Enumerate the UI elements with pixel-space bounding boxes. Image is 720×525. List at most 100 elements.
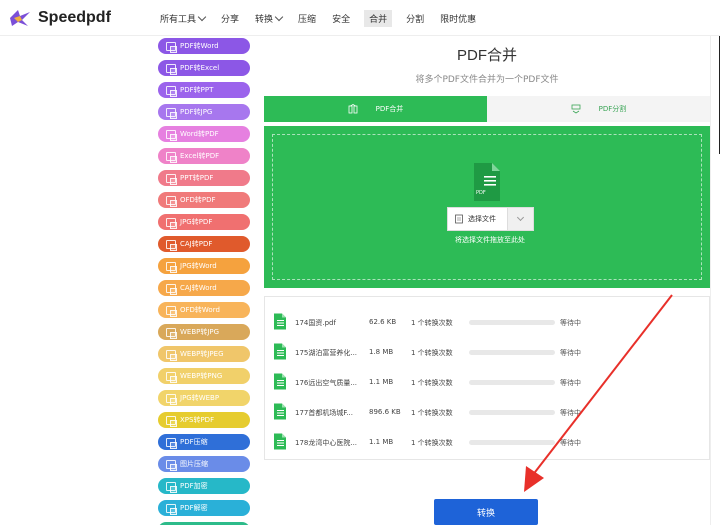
sidebar-tool-item[interactable]: OFD转Word [158,302,250,318]
file-status: 等待中 [560,349,581,357]
chevron-down-icon [197,12,207,22]
document-icon [166,41,177,53]
select-file-label: 选择文件 [468,215,496,223]
sidebar-tool-item[interactable]: PDF转Excel [158,60,250,76]
sidebar-tool-item[interactable]: WEBP转JPG [158,324,250,340]
tab-split[interactable]: PDF分割 [487,96,710,122]
sidebar-tool-label: WEBP转JPG [180,328,220,336]
tab-merge[interactable]: PDF合并 [264,96,487,122]
select-file-button[interactable]: 选择文件 [447,207,534,231]
file-size: 62.6 KB [369,318,397,326]
nav-item-promo[interactable]: 限时优惠 [438,10,478,27]
pdf-file-icon: PDF [474,163,500,201]
sidebar-tool-item[interactable]: CAJ转Word [158,280,250,296]
conversion-count: 1 个转换次数 [411,409,453,417]
sidebar-tool-label: JPG转WEBP [180,394,220,402]
tool-sidebar: PDF转Word PDF转Excel PDF转PPT PDF转JPG Word转PDF E… [0,36,260,525]
document-icon [166,195,177,207]
select-file-dropdown[interactable] [507,208,533,230]
nav-item-convert[interactable]: 转换 [253,10,284,27]
sidebar-tool-label: PPT转PDF [180,174,214,182]
sidebar-tool-item[interactable]: WEBP转PNG [158,368,250,384]
progress-bar [469,410,555,415]
mode-tabs: PDF合并 PDF分割 [264,96,710,122]
conversion-count: 1 个转换次数 [411,379,453,387]
sidebar-tool-item[interactable]: XPS转PDF [158,412,250,428]
tab-label: PDF分割 [598,105,627,113]
file-row: 177首都机场城F... 896.6 KB 1 个转换次数 等待中 [265,402,711,422]
nav-label: 所有工具 [160,15,197,25]
document-icon [166,63,177,75]
document-icon [166,129,177,141]
nav-item-all-tools[interactable]: 所有工具 [158,10,207,27]
sidebar-tool-item[interactable]: PDF转Word [158,38,250,54]
sidebar-tool-item[interactable]: WEBP转JPEG [158,346,250,362]
nav-label: 安全 [332,15,351,25]
document-icon [166,349,177,361]
sidebar-tool-item[interactable]: JPG转Word [158,258,250,274]
file-list: 174国资.pdf 62.6 KB 1 个转换次数 等待中 175湖泊富营养化... 1.… [264,296,710,460]
document-icon [166,415,177,427]
nav-item-merge[interactable]: 合并 [364,10,393,27]
right-edge-panel [710,36,720,525]
page-title: PDF合并 [456,47,517,64]
nav-item-security[interactable]: 安全 [330,10,352,27]
document-icon [166,107,177,119]
nav-label: 分割 [406,15,425,25]
nav-item-compress[interactable]: 压缩 [296,10,318,27]
sidebar-tool-item[interactable]: 图片压缩 [158,456,250,472]
nav-label: 压缩 [298,15,317,25]
document-icon [166,85,177,97]
document-icon [166,327,177,339]
sidebar-tool-label: OFD转Word [180,306,220,314]
progress-bar [469,320,555,325]
sidebar-tool-item[interactable]: PPT转PDF [158,170,250,186]
nav-label: 合并 [369,15,388,25]
sidebar-tool-label: CAJ转Word [180,284,217,292]
sidebar-tool-item[interactable]: PDF转JPG [158,104,250,120]
sidebar-tool-item[interactable]: CAJ转PDF [158,236,250,252]
sidebar-tool-label: PDF转Excel [180,64,220,72]
sidebar-tool-item[interactable]: OFD转PDF [158,192,250,208]
nav-item-share[interactable]: 分享 [219,10,241,27]
drop-hint: 将选择文件拖放至此处 [455,236,525,244]
sidebar-tool-item[interactable]: Word转PDF [158,126,250,142]
sidebar-tool-item[interactable]: JPG转PDF [158,214,250,230]
file-row: 178龙湾中心医院... 1.1 MB 1 个转换次数 等待中 [265,432,711,452]
file-row: 175湖泊富营养化... 1.8 MB 1 个转换次数 等待中 [265,342,711,362]
nav-item-split[interactable]: 分割 [404,10,426,27]
pdf-file-icon [274,373,286,390]
main-nav: 所有工具 分享 转换 压缩 安全 合并 分割 限时优惠 [158,10,490,27]
pdf-file-icon [274,433,286,450]
file-size: 1.8 MB [369,348,394,356]
file-name: 175湖泊富营养化... [295,349,358,357]
document-icon [166,283,177,295]
file-name: 176远出空气质量... [295,379,358,387]
sidebar-tool-label: PDF转JPG [180,108,213,116]
document-icon [166,503,177,515]
file-status: 等待中 [560,319,581,327]
file-size: 896.6 KB [369,408,401,416]
sidebar-tool-label: 图片压缩 [180,460,208,468]
sidebar-tool-item[interactable]: PDF加密 [158,478,250,494]
sidebar-tool-label: PDF转Word [180,42,219,50]
document-icon [166,371,177,383]
document-icon [166,151,177,163]
sidebar-tool-label: Excel转PDF [180,152,220,160]
sidebar-tool-item[interactable]: JPG转WEBP [158,390,250,406]
file-name: 178龙湾中心医院... [295,439,358,447]
sidebar-tool-item[interactable]: PDF解密 [158,500,250,516]
sidebar-tool-item[interactable]: Excel转PDF [158,148,250,164]
sidebar-tool-label: PDF解密 [180,504,208,512]
sidebar-tool-item[interactable]: PDF转PPT [158,82,250,98]
brand-logo[interactable]: Speedpdf [8,8,111,28]
document-icon [166,459,177,471]
split-icon [571,104,581,114]
file-name: 177首都机场城F... [295,409,353,417]
convert-button[interactable]: 转换 [434,499,538,525]
brand-name: Speedpdf [38,9,111,26]
sidebar-tool-item[interactable]: PDF压缩 [158,434,250,450]
pdf-badge-text: PDF [476,190,486,196]
document-icon [166,305,177,317]
page-subtitle: 将多个PDF文件合并为一个PDF文件 [415,75,559,85]
